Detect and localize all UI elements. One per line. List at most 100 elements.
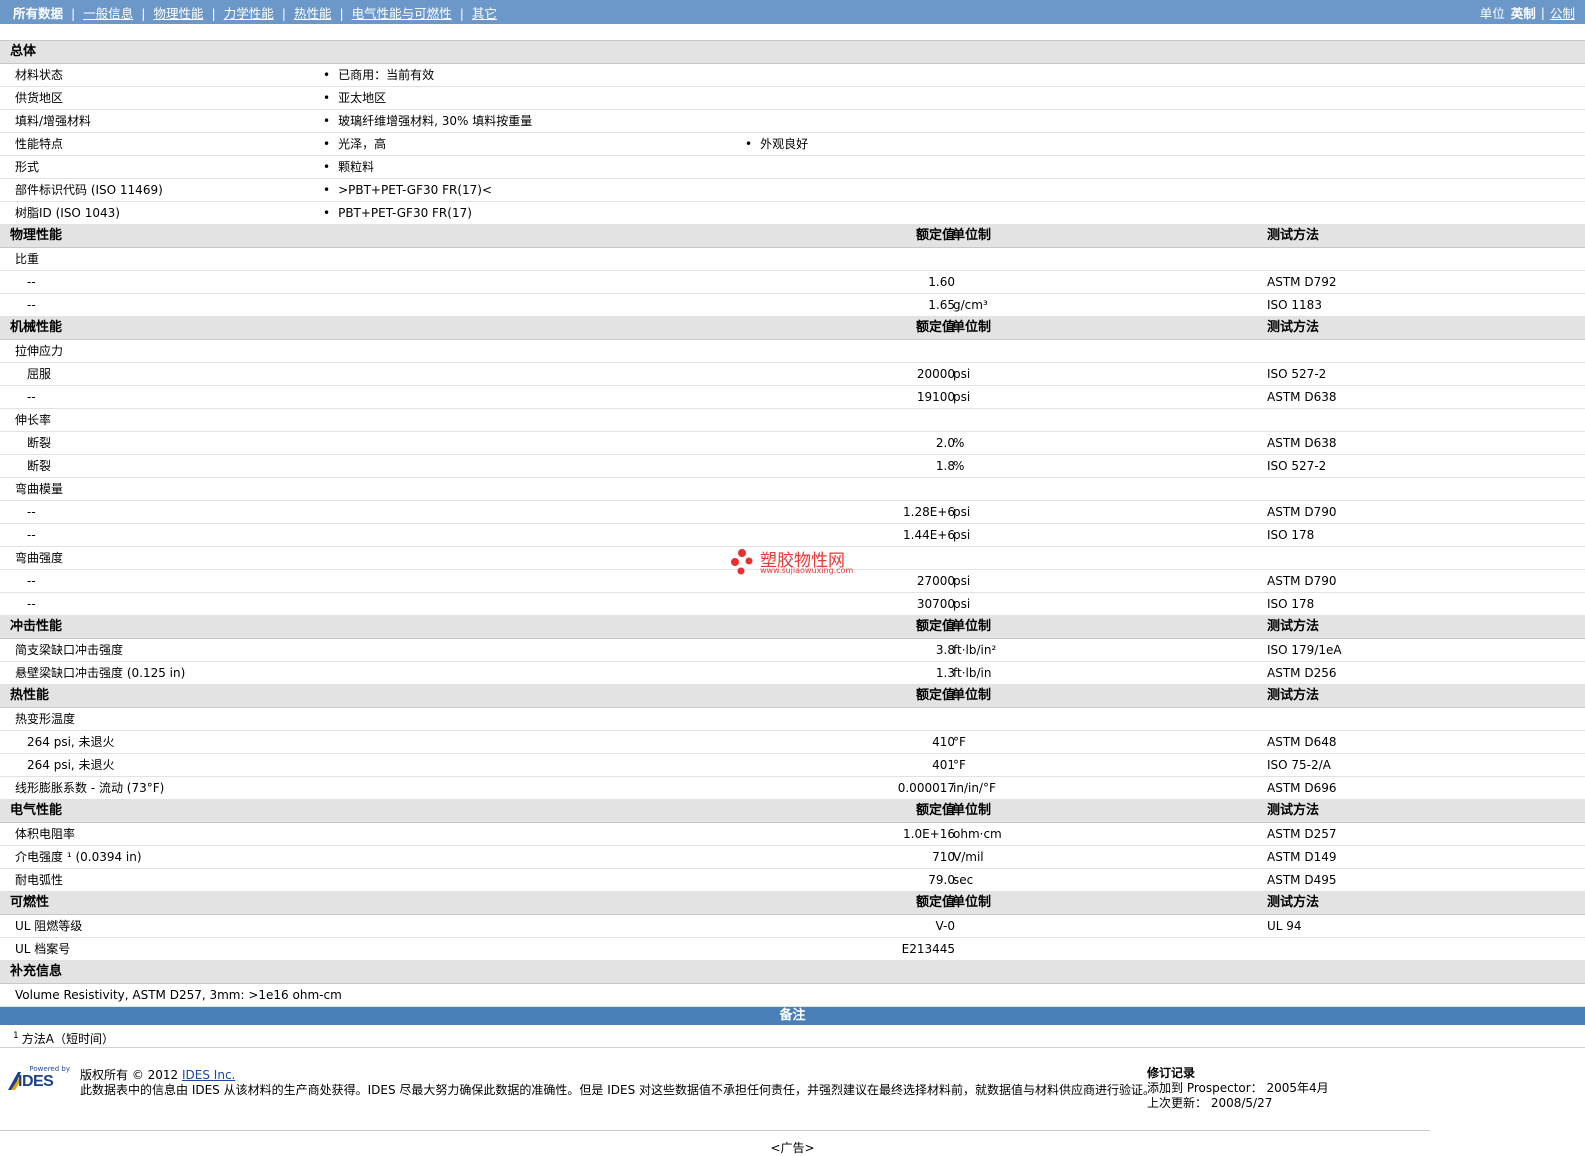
property-unit: psi <box>953 528 971 542</box>
row-value-text: 外观良好 <box>760 137 809 151</box>
property-value: 27000 <box>916 574 955 588</box>
nav-tab[interactable]: 其它 <box>472 6 497 21</box>
watermark: 塑胶物性网 www.sujiaowuxing.com <box>730 548 880 580</box>
nav-separator: | <box>1540 4 1545 20</box>
property-row: -- 30700 psi ISO 178 <box>0 593 1585 616</box>
notes-bar: 备注 <box>0 1007 1585 1025</box>
property-value: 1.60 <box>928 275 955 289</box>
property-value: 1.44E+6 <box>903 528 955 542</box>
ad-label: <广告> <box>770 1141 815 1155</box>
property-sections: 物理性能 额定值 单位制 测试方法 比重 -- 1.60 ASTM D792 -- 1.65 g/c… <box>0 225 1585 961</box>
general-row: 材料状态 • 已商用：当前有效 <box>0 64 1585 87</box>
bullet-icon: • <box>323 91 331 105</box>
ides-link[interactable]: IDES Inc. <box>182 1068 235 1082</box>
property-row: 264 psi, 未退火 410 °F ASTM D648 <box>0 731 1585 754</box>
property-row: -- 19100 psi ASTM D638 <box>0 386 1585 409</box>
property-unit: °F <box>953 758 966 772</box>
row-value-2: • 外观良好 <box>745 133 808 155</box>
row-label: 填料/增强材料 <box>15 114 92 128</box>
test-method: ASTM D790 <box>1267 574 1337 588</box>
header-value: 额定值 <box>915 803 955 818</box>
unit-metric-link[interactable]: 公制 <box>1550 3 1575 22</box>
property-row: 体积电阻率 1.0E+16 ohm·cm ASTM D257 <box>0 823 1585 846</box>
row-value-text: PBT+PET-GF30 FR(17) <box>338 206 472 220</box>
property-label: -- <box>27 597 36 611</box>
header-value: 额定值 <box>915 688 955 703</box>
section-header: 物理性能 额定值 单位制 测试方法 <box>0 225 1585 248</box>
row-value-text: 亚太地区 <box>338 91 387 105</box>
nav-tab[interactable]: 电气性能与可燃性 <box>352 6 452 21</box>
property-unit: psi <box>953 390 971 404</box>
property-label: 简支梁缺口冲击强度 <box>15 643 124 657</box>
property-unit: psi <box>953 505 971 519</box>
test-method: ASTM D638 <box>1267 436 1337 450</box>
row-value-1: • >PBT+PET-GF30 FR(17)< <box>323 179 492 201</box>
property-value: 0.000017 <box>897 781 955 795</box>
footnote-mark: 1 <box>13 1031 19 1041</box>
unit-switcher: 单位 英制 | 公制 <box>1480 3 1575 22</box>
property-value: V-0 <box>935 919 955 933</box>
unit-english-link[interactable]: 英制 <box>1511 3 1536 22</box>
row-value-1: • 颗粒料 <box>323 156 374 178</box>
property-label: 线形膨胀系数 - 流动 (73°F) <box>15 781 165 795</box>
property-row: -- 1.28E+6 psi ASTM D790 <box>0 501 1585 524</box>
property-row: UL 档案号 E213445 <box>0 938 1585 961</box>
section-header-general: 总体 <box>0 41 1585 64</box>
property-label: 弯曲强度 <box>15 551 64 565</box>
property-row: 264 psi, 未退火 401 °F ISO 75-2/A <box>0 754 1585 777</box>
property-label: 屈服 <box>27 367 52 381</box>
revision-title: 修订记录 <box>1147 1066 1196 1080</box>
row-value-1: • PBT+PET-GF30 FR(17) <box>323 202 472 224</box>
property-unit: g/cm³ <box>953 298 988 312</box>
general-row: 填料/增强材料 • 玻璃纤维增强材料, 30% 填料按重量 <box>0 110 1585 133</box>
watermark-url: www.sujiaowuxing.com <box>760 566 854 575</box>
nav-tab[interactable]: 热性能 <box>294 6 332 21</box>
test-method: ASTM D149 <box>1267 850 1337 864</box>
test-method: ASTM D648 <box>1267 735 1337 749</box>
section-header: 冲击性能 额定值 单位制 测试方法 <box>0 616 1585 639</box>
test-method: ISO 178 <box>1267 528 1315 542</box>
nav-tab[interactable]: 所有数据 <box>13 6 63 21</box>
property-label: -- <box>27 298 36 312</box>
header-method: 测试方法 <box>1267 228 1320 243</box>
property-label: 264 psi, 未退火 <box>27 735 115 749</box>
nav-tab[interactable]: 一般信息 <box>83 6 133 21</box>
property-unit: % <box>953 459 965 473</box>
property-row: 悬壁梁缺口冲击强度 (0.125 in) 1.3 ft·lb/in ASTM D256 <box>0 662 1585 685</box>
section-title: 热性能 <box>10 688 50 703</box>
property-label: -- <box>27 390 36 404</box>
row-value-text: >PBT+PET-GF30 FR(17)< <box>338 183 493 197</box>
copyright-block: 版权所有 © 2012 IDES Inc. 此数据表中的信息由 IDES 从该材… <box>80 1068 1155 1098</box>
header-unit: 单位制 <box>952 228 992 243</box>
header-unit: 单位制 <box>952 619 992 634</box>
row-value-1: • 光泽，高 <box>323 133 386 155</box>
property-label: 断裂 <box>27 436 52 450</box>
property-value: E213445 <box>901 942 955 956</box>
property-label: 拉伸应力 <box>15 344 64 358</box>
test-method: ASTM D638 <box>1267 390 1337 404</box>
nav-separator: | <box>281 5 286 21</box>
section-title: 可燃性 <box>10 895 50 910</box>
property-row: -- 1.44E+6 psi ISO 178 <box>0 524 1585 547</box>
property-label: 耐电弧性 <box>15 873 64 887</box>
bullet-icon: • <box>745 137 753 151</box>
row-label: 树脂ID (ISO 1043) <box>15 206 120 220</box>
header-unit: 单位制 <box>952 688 992 703</box>
header-value: 额定值 <box>915 619 955 634</box>
test-method: ISO 178 <box>1267 597 1315 611</box>
nav-separator: | <box>71 5 76 21</box>
property-label: 悬壁梁缺口冲击强度 (0.125 in) <box>15 666 186 680</box>
header-method: 测试方法 <box>1267 803 1320 818</box>
logo-text: IDES <box>18 1073 54 1090</box>
header-value: 额定值 <box>915 320 955 335</box>
property-label: 体积电阻率 <box>15 827 76 841</box>
test-method: ASTM D790 <box>1267 505 1337 519</box>
property-unit: V/mil <box>953 850 984 864</box>
nav-tab[interactable]: 物理性能 <box>153 6 203 21</box>
property-unit: psi <box>953 574 971 588</box>
row-label: 供货地区 <box>15 91 64 105</box>
property-label: 伸长率 <box>15 413 52 427</box>
property-value: 30700 <box>916 597 955 611</box>
nav-tab[interactable]: 力学性能 <box>224 6 274 21</box>
